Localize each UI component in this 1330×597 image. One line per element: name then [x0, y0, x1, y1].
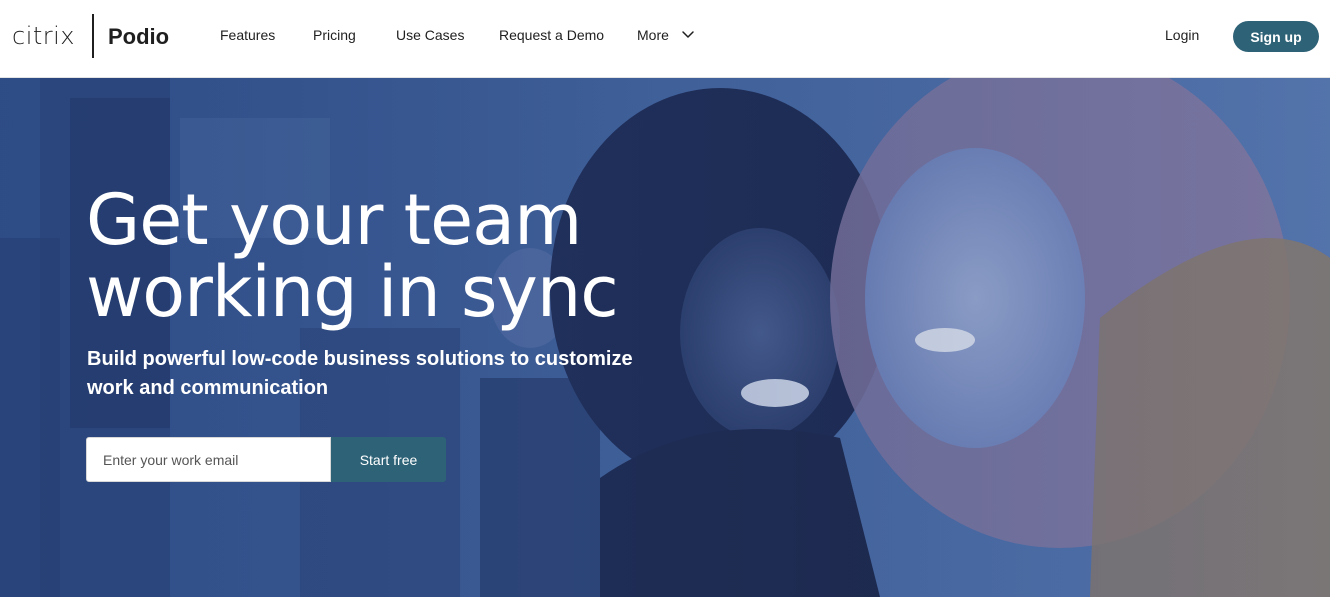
- hero-headline-line-1: Get your team: [86, 179, 582, 261]
- nav-more-menu[interactable]: More: [637, 27, 669, 43]
- login-link[interactable]: Login: [1165, 27, 1199, 43]
- hero-section: Get your team working in sync Build powe…: [0, 78, 1330, 597]
- sign-up-button[interactable]: Sign up: [1233, 21, 1319, 52]
- top-navigation-bar: citrix Podio Features Pricing Use Cases …: [0, 0, 1330, 78]
- hero-subheadline: Build powerful low-code business solutio…: [87, 345, 647, 403]
- nav-pricing-link[interactable]: Pricing: [313, 27, 356, 43]
- start-free-button[interactable]: Start free: [331, 437, 446, 482]
- hero-headline-line-2: working in sync: [86, 251, 619, 333]
- hero-subheadline-line-2: work and communication: [87, 377, 329, 399]
- citrix-logo[interactable]: citrix: [12, 22, 75, 50]
- hero-overlay: [0, 78, 1330, 597]
- hero-headline: Get your team working in sync: [86, 184, 706, 328]
- nav-features-link[interactable]: Features: [220, 27, 275, 43]
- chevron-down-icon[interactable]: [681, 29, 695, 41]
- hero-subheadline-line-1: Build powerful low-code business solutio…: [87, 348, 633, 370]
- work-email-input[interactable]: [86, 437, 331, 482]
- nav-use-cases-link[interactable]: Use Cases: [396, 27, 464, 43]
- podio-logo[interactable]: Podio: [108, 24, 169, 50]
- logo-divider: [92, 14, 94, 58]
- nav-request-demo-link[interactable]: Request a Demo: [499, 27, 604, 43]
